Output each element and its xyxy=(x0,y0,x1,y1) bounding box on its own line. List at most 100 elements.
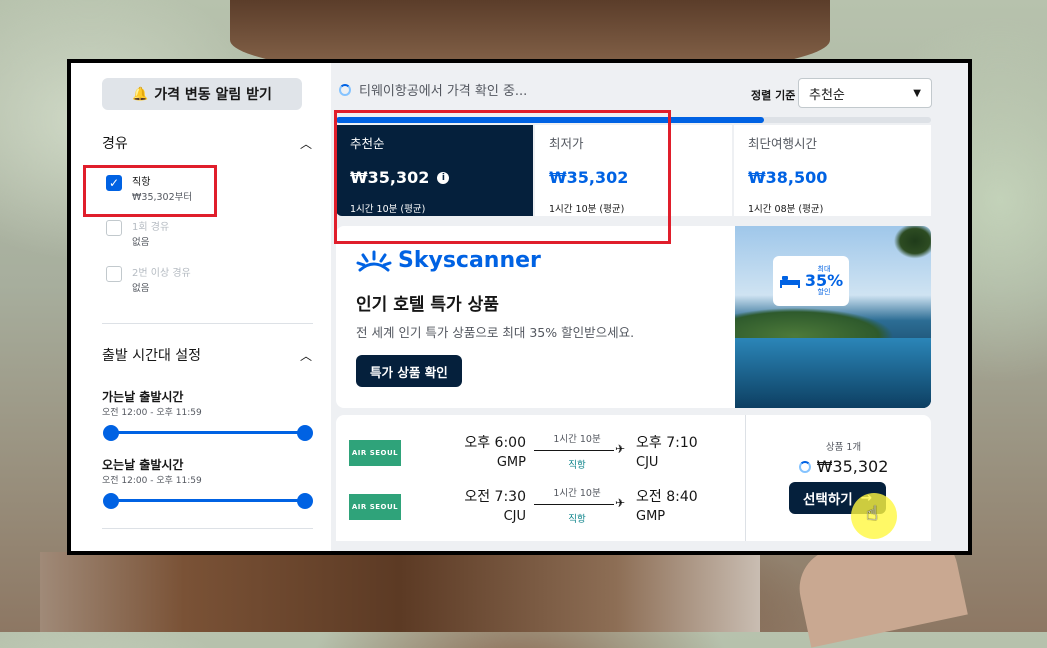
skyscanner-brand: Skyscanner xyxy=(398,248,541,273)
sort-label: 정렬 기준 xyxy=(751,89,796,102)
return-slider-start-handle[interactable] xyxy=(103,493,119,509)
tab-cheapest-price: ₩35,302 xyxy=(549,168,629,187)
leg2-arrival-time: 오전 8:40 xyxy=(636,489,698,505)
view-deals-button[interactable]: 특가 상품 확인 xyxy=(356,355,462,387)
leg1-arrival-time: 오후 7:10 xyxy=(636,435,698,451)
loading-spinner-icon xyxy=(798,460,811,473)
outbound-slider-end-handle[interactable] xyxy=(297,425,313,441)
hotel-pool-image: 최대 35% 할인 xyxy=(735,226,931,408)
departure-times-header[interactable]: 출발 시간대 설정 ︿ xyxy=(102,345,312,365)
bell-icon: 🔔 xyxy=(132,86,149,102)
leg2-stops: 직항 xyxy=(568,514,586,525)
ad-description: 전 세계 인기 특가 상품으로 최대 35% 할인받으세요. xyxy=(356,325,635,340)
price-divider xyxy=(745,415,746,541)
price-alert-button[interactable]: 🔔 가격 변동 알림 받기 xyxy=(102,78,302,110)
discount-bottom: 할인 xyxy=(817,288,831,296)
stop-option-direct[interactable]: ✓ 직항 ₩35,302부터 xyxy=(106,175,192,205)
section-divider xyxy=(102,528,313,529)
hotel-ad-card: Skyscanner 인기 호텔 특가 상품 전 세계 인기 특가 상품으로 최… xyxy=(336,226,931,408)
flight-price: ₩35,302 xyxy=(816,457,889,476)
leg2-arrival-airport: GMP xyxy=(636,509,666,524)
return-slider-end-handle[interactable] xyxy=(297,493,313,509)
tab-fastest[interactable]: 최단여행시간 ₩38,500 1시간 08분 (평균) xyxy=(734,125,931,216)
leg2-duration: 1시간 10분 xyxy=(553,488,601,499)
chevron-up-icon[interactable]: ︿ xyxy=(300,135,312,152)
sort-dropdown[interactable]: 추천순 ▼ xyxy=(798,78,932,108)
price-line: ₩35,302 xyxy=(756,457,931,476)
tab-cheapest-duration: 1시간 10분 (평균) xyxy=(549,204,625,215)
discount-value: 35% xyxy=(804,271,844,290)
return-time-range: 오전 12:00 - 오후 11:59 xyxy=(102,476,202,486)
stop-label-direct: 직항 xyxy=(132,177,151,188)
search-progress-fill xyxy=(336,117,765,123)
airline-logo: AIR SEOUL xyxy=(349,494,401,520)
stops-title: 경유 xyxy=(102,136,128,152)
stop-sub-two-plus: 없음 xyxy=(132,283,150,294)
background-photo-hair-bottom xyxy=(40,552,760,632)
return-time-title: 오는날 출발시간 xyxy=(102,458,184,472)
sort-tabs: 추천순 ₩35,302 i 1시간 10분 (평균) 최저가 ₩35,302 1… xyxy=(336,125,931,216)
stop-sub-one-stop: 없음 xyxy=(132,237,150,248)
bed-icon xyxy=(779,276,800,288)
loading-spinner-icon xyxy=(339,83,351,96)
tab-best-name: 추천순 xyxy=(350,136,385,151)
leg2-departure-time: 오전 7:30 xyxy=(464,489,526,505)
checkbox-one-stop xyxy=(106,220,122,236)
search-progress-bar xyxy=(336,117,931,123)
outbound-time-title: 가는날 출발시간 xyxy=(102,390,184,404)
loading-status-text: 티웨이항공에서 가격 확인 중... xyxy=(359,84,528,99)
stop-label-one-stop: 1회 경유 xyxy=(132,222,170,233)
select-flight-label: 선택하기 xyxy=(803,492,853,508)
info-icon[interactable]: i xyxy=(437,171,450,184)
flight-result-card[interactable]: AIR SEOUL 오후 6:00 GMP 1시간 10분 ✈ 직항 오후 7:… xyxy=(336,415,931,541)
tab-cheapest[interactable]: 최저가 ₩35,302 1시간 10분 (평균) xyxy=(535,125,732,216)
filter-sidebar: 🔔 가격 변동 알림 받기 경유 ︿ ✓ 직항 ₩35,302부터 1회 경유 … xyxy=(71,63,331,551)
leg1-departure-airport: GMP xyxy=(496,455,526,470)
leg1-arrival-airport: CJU xyxy=(636,455,659,470)
deal-count: 상품 1개 xyxy=(825,442,862,453)
skyscanner-sun-icon xyxy=(356,250,392,271)
loading-status: 티웨이항공에서 가격 확인 중... xyxy=(339,80,527,99)
stops-section-header[interactable]: 경유 ︿ xyxy=(102,133,312,153)
airplane-icon: ✈ xyxy=(615,496,626,510)
ad-palm-shape xyxy=(885,226,931,336)
tab-cheapest-name: 최저가 xyxy=(549,136,584,151)
tab-best[interactable]: 추천순 ₩35,302 i 1시간 10분 (평균) xyxy=(336,125,533,216)
outbound-slider-start-handle[interactable] xyxy=(103,425,119,441)
tab-fastest-price: ₩38,500 xyxy=(748,168,828,187)
checkbox-direct[interactable]: ✓ xyxy=(106,175,122,191)
stop-option-two-plus: 2번 이상 경유 없음 xyxy=(106,266,191,296)
leg1-route-line xyxy=(534,450,614,451)
browser-screenshot-frame: 🔔 가격 변동 알림 받기 경유 ︿ ✓ 직항 ₩35,302부터 1회 경유 … xyxy=(67,59,972,555)
tab-fastest-duration: 1시간 08분 (평균) xyxy=(748,204,824,215)
outbound-time-range: 오전 12:00 - 오후 11:59 xyxy=(102,408,202,418)
departure-times-title: 출발 시간대 설정 xyxy=(102,348,202,364)
ad-title: 인기 호텔 특가 상품 xyxy=(356,295,499,315)
checkbox-two-plus xyxy=(106,266,122,282)
leg1-departure-time: 오후 6:00 xyxy=(464,435,526,451)
tab-best-duration: 1시간 10분 (평균) xyxy=(350,204,426,215)
airplane-icon: ✈ xyxy=(615,442,626,456)
caret-down-icon: ▼ xyxy=(913,87,921,99)
tab-fastest-name: 최단여행시간 xyxy=(748,136,818,151)
skyscanner-logo: Skyscanner xyxy=(356,248,541,273)
tab-best-price: ₩35,302 xyxy=(350,168,430,187)
leg1-duration: 1시간 10분 xyxy=(553,434,601,445)
leg2-route-line xyxy=(534,504,614,505)
ad-pool-shape xyxy=(735,338,931,408)
leg2-departure-airport: CJU xyxy=(503,509,526,524)
outbound-slider-track[interactable] xyxy=(111,431,305,434)
chevron-up-icon[interactable]: ︿ xyxy=(300,347,312,364)
sort-value: 추천순 xyxy=(809,87,845,103)
results-panel: 티웨이항공에서 가격 확인 중... 정렬 기준 추천순 ▼ 추천순 ₩35,3… xyxy=(331,63,934,551)
stop-sub-direct: ₩35,302부터 xyxy=(132,192,193,203)
leg1-stops: 직항 xyxy=(568,460,586,471)
return-slider-track[interactable] xyxy=(111,499,305,502)
section-divider xyxy=(102,323,313,324)
stop-option-one-stop: 1회 경유 없음 xyxy=(106,220,169,250)
stop-label-two-plus: 2번 이상 경유 xyxy=(132,268,191,279)
price-alert-label: 가격 변동 알림 받기 xyxy=(154,87,272,103)
hand-cursor-icon: ☝ xyxy=(866,501,879,525)
airline-logo: AIR SEOUL xyxy=(349,440,401,466)
discount-badge: 최대 35% 할인 xyxy=(773,256,849,306)
